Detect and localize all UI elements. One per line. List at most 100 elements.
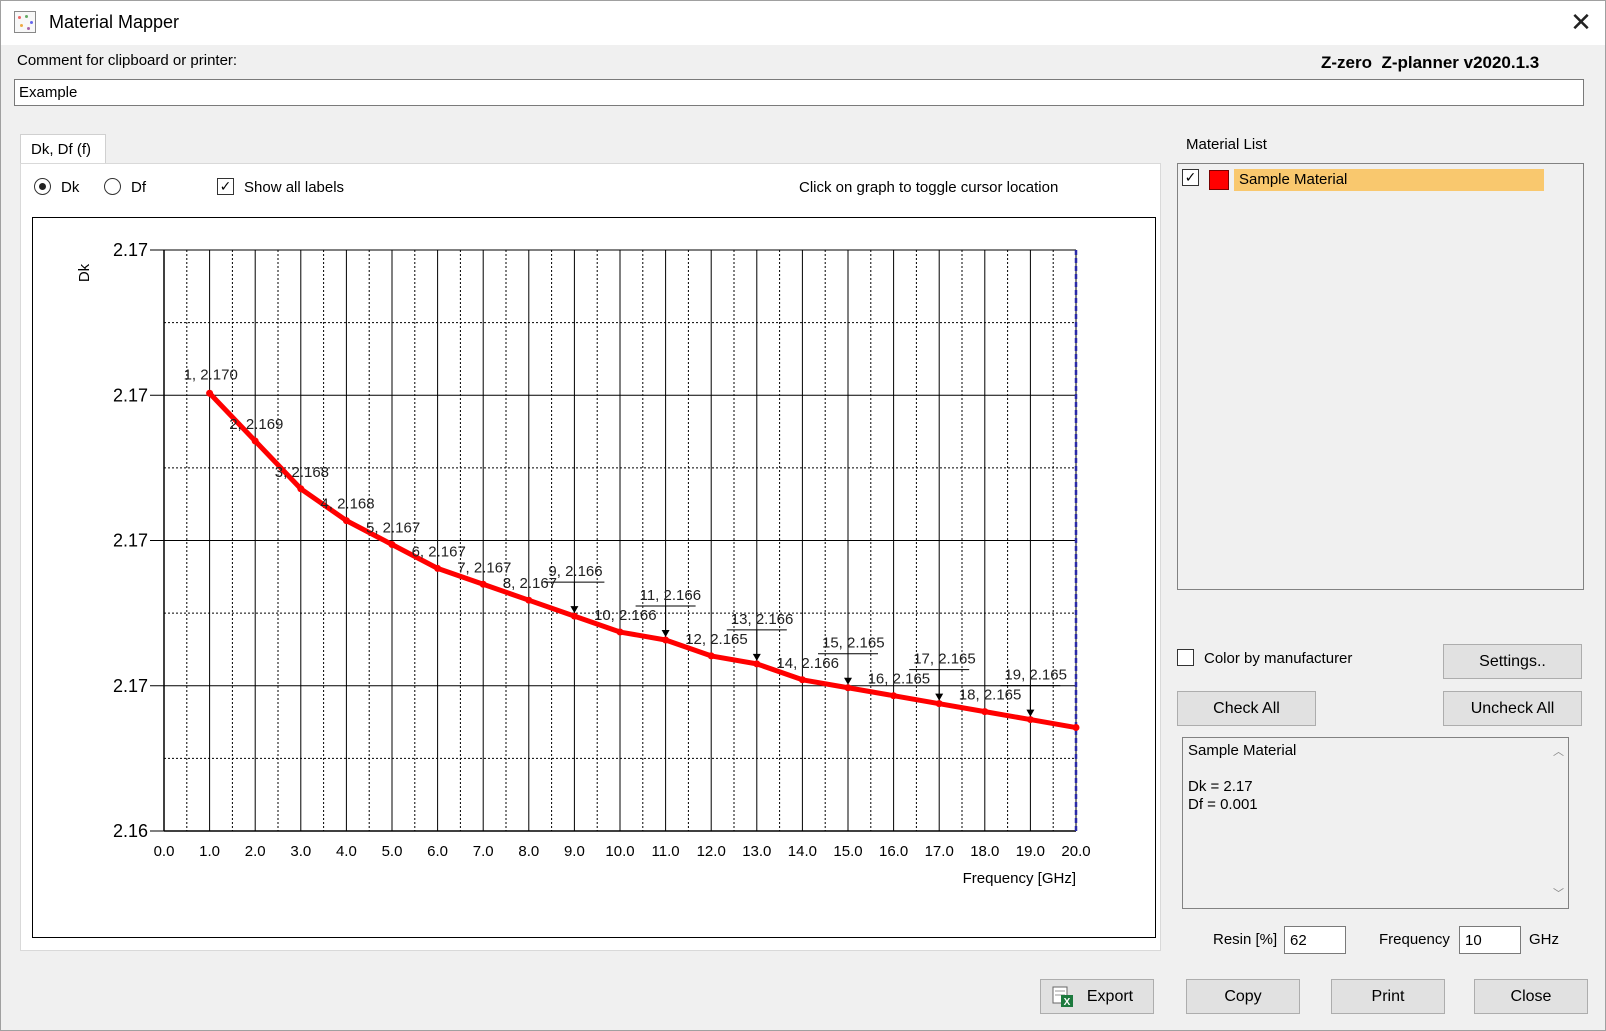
window-title: Material Mapper xyxy=(49,12,180,32)
x-tick-label: 10.0 xyxy=(605,843,634,860)
frequency-label: Frequency xyxy=(1379,931,1450,948)
x-tick-label: 3.0 xyxy=(290,843,311,860)
data-point xyxy=(1026,716,1034,724)
y-tick-label: 2.17 xyxy=(113,676,148,696)
data-point xyxy=(525,596,533,604)
data-label: 17, 2.165 xyxy=(913,651,976,668)
data-point xyxy=(388,540,396,548)
print-button[interactable]: Print xyxy=(1331,979,1445,1014)
x-tick-label: 16.0 xyxy=(879,843,908,860)
material-list-label: Material List xyxy=(1186,136,1267,153)
info-df: Df = 0.001 xyxy=(1188,796,1258,813)
y-tick-label: 2.17 xyxy=(113,385,148,405)
data-label: 10, 2.166 xyxy=(594,607,657,624)
data-label: 12, 2.165 xyxy=(685,631,748,648)
y-tick-label: 2.17 xyxy=(113,531,148,551)
material-info-box: Sample Material Dk = 2.17 Df = 0.001 ︿ ﹀ xyxy=(1182,737,1569,909)
dk-chart[interactable]: 2.17 2.17 2.17 2.17 2.16 0.0 1.0 2.0 3.0 4.0 5.0 6.… xyxy=(33,218,1154,936)
label-arrow xyxy=(844,677,852,685)
close-icon[interactable]: ✕ xyxy=(1565,7,1597,39)
export-label[interactable]: Export xyxy=(1087,988,1133,1005)
data-label: 9, 2.166 xyxy=(548,563,602,580)
comment-input[interactable] xyxy=(14,79,1584,106)
data-label: 14, 2.166 xyxy=(776,655,839,672)
material-color-swatch xyxy=(1209,170,1229,190)
data-point xyxy=(1072,724,1080,732)
x-tick-label: 1.0 xyxy=(199,843,220,860)
close-button[interactable]: Close xyxy=(1474,979,1588,1014)
uncheck-all-button[interactable]: Uncheck All xyxy=(1443,691,1582,726)
show-all-labels-checkbox[interactable]: ✓ xyxy=(217,178,234,195)
data-point xyxy=(570,612,578,620)
x-tick-label: 6.0 xyxy=(427,843,448,860)
data-label: 19, 2.165 xyxy=(1004,667,1067,684)
data-label: 1, 2.170 xyxy=(184,366,238,383)
data-point xyxy=(890,692,898,700)
scroll-down-icon[interactable]: ﹀ xyxy=(1553,885,1564,903)
x-tick-label: 11.0 xyxy=(652,843,680,860)
data-point xyxy=(342,517,350,525)
x-tick-label: 4.0 xyxy=(336,843,357,860)
color-by-manufacturer-label[interactable]: Color by manufacturer xyxy=(1204,650,1352,667)
comment-label: Comment for clipboard or printer: xyxy=(17,52,238,69)
dk-radio[interactable] xyxy=(34,178,51,195)
data-label: 3, 2.168 xyxy=(275,464,329,481)
resin-input[interactable] xyxy=(1284,926,1346,954)
data-label: 11, 2.166 xyxy=(640,587,701,604)
data-point xyxy=(662,636,670,644)
material-list: ✓ Sample Material xyxy=(1177,163,1584,590)
tab-dk-df[interactable]: Dk, Df (f) xyxy=(20,134,106,164)
data-label: 13, 2.166 xyxy=(731,611,794,628)
data-point xyxy=(479,580,487,588)
x-tick-label: 18.0 xyxy=(970,843,999,860)
x-tick-label: 15.0 xyxy=(833,843,862,860)
data-label: 15, 2.165 xyxy=(822,635,885,652)
material-checkbox[interactable]: ✓ xyxy=(1182,169,1199,186)
frequency-unit: GHz xyxy=(1529,931,1559,948)
excel-export-icon: X xyxy=(1052,986,1073,1008)
x-tick-label: 5.0 xyxy=(382,843,403,860)
check-all-button[interactable]: Check All xyxy=(1177,691,1316,726)
data-point xyxy=(616,628,624,636)
x-tick-label: 0.0 xyxy=(154,843,175,860)
material-name[interactable]: Sample Material xyxy=(1234,169,1544,191)
cursor-hint: Click on graph to toggle cursor location xyxy=(799,179,1059,196)
data-label: 2, 2.169 xyxy=(229,416,283,433)
x-tick-label: 20.0 xyxy=(1061,843,1090,860)
data-point xyxy=(297,485,305,493)
data-label: 18, 2.165 xyxy=(959,687,1022,704)
data-point xyxy=(707,652,715,660)
color-by-manufacturer-checkbox[interactable] xyxy=(1177,649,1194,666)
x-tick-label: 9.0 xyxy=(564,843,585,860)
y-tick-label: 2.17 xyxy=(113,240,148,260)
data-point xyxy=(981,708,989,716)
data-label: 5, 2.167 xyxy=(366,519,420,536)
x-tick-label: 7.0 xyxy=(473,843,494,860)
x-tick-label: 8.0 xyxy=(518,843,539,860)
x-tick-label: 19.0 xyxy=(1016,843,1045,860)
list-item[interactable]: ✓ Sample Material xyxy=(1178,164,1583,191)
export-button[interactable]: X Export xyxy=(1040,979,1154,1014)
data-label: 4, 2.168 xyxy=(320,496,374,513)
x-tick-label: 17.0 xyxy=(925,843,954,860)
y-tick-label: 2.16 xyxy=(113,821,148,841)
show-all-labels-label[interactable]: Show all labels xyxy=(244,179,344,196)
label-arrow xyxy=(752,653,761,661)
label-arrow xyxy=(935,693,944,701)
data-point xyxy=(844,684,852,692)
df-radio[interactable] xyxy=(104,178,121,195)
info-scrollbar[interactable]: ︿ ﹀ xyxy=(1551,738,1568,908)
scroll-up-icon[interactable]: ︿ xyxy=(1553,743,1564,761)
x-tick-label: 14.0 xyxy=(788,843,817,860)
y-axis-label: Dk xyxy=(76,263,93,282)
settings-button[interactable]: Settings.. xyxy=(1443,644,1582,679)
label-arrow xyxy=(1026,709,1035,717)
data-label: 16, 2.165 xyxy=(868,671,931,688)
copy-button[interactable]: Copy xyxy=(1186,979,1300,1014)
resin-label: Resin [%] xyxy=(1213,931,1278,948)
chart-area[interactable]: 2.17 2.17 2.17 2.17 2.16 0.0 1.0 2.0 3.0 4.0 5.0 6.… xyxy=(32,217,1156,938)
frequency-input[interactable] xyxy=(1459,926,1521,954)
data-label: 6, 2.167 xyxy=(412,543,466,560)
df-radio-label[interactable]: Df xyxy=(131,179,146,196)
dk-radio-label[interactable]: Dk xyxy=(61,179,79,196)
